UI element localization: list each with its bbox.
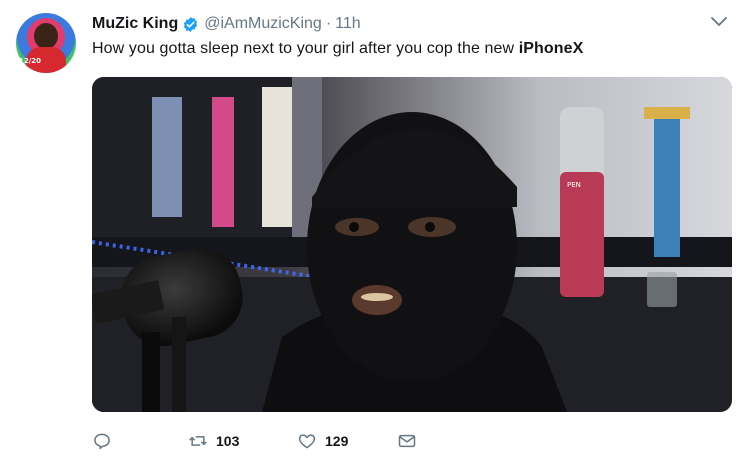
like-count: 129 [325,433,349,449]
avatar-text: 12/20 [19,57,42,65]
retweet-count: 103 [216,433,240,449]
chevron-down-icon[interactable] [709,15,729,29]
tweet-header: MuZic King @iAmMuzicKing · 11h [92,14,361,34]
avatar[interactable]: 12/20 [16,13,76,73]
retweet-icon [189,436,207,446]
like-button[interactable]: 129 [297,430,348,452]
heart-icon [298,434,316,449]
tweet-timestamp[interactable]: 11h [335,15,361,33]
direct-message-button[interactable] [397,430,417,452]
bottle-label: PEN [567,181,581,189]
reply-icon [94,433,110,450]
tweet-media[interactable]: PEN [92,77,732,412]
envelope-icon [398,434,416,448]
tweet-text-plain: How you gotta sleep next to your girl af… [92,40,519,57]
tweet-card[interactable]: 12/20 MuZic King @iAmMuzicKing · 11h How… [0,0,750,462]
tweet-text-bold: iPhoneX [518,40,584,57]
author-name[interactable]: MuZic King [92,15,178,33]
video-still-image: PEN [92,77,732,412]
separator-dot: · [325,15,332,32]
avatar-face [34,23,58,49]
retweet-button[interactable]: 103 [188,430,239,452]
author-handle[interactable]: @iAmMuzicKing [204,15,322,33]
verified-badge-icon [184,16,198,32]
reply-button[interactable] [92,430,112,452]
tweet-text: How you gotta sleep next to your girl af… [92,40,583,58]
